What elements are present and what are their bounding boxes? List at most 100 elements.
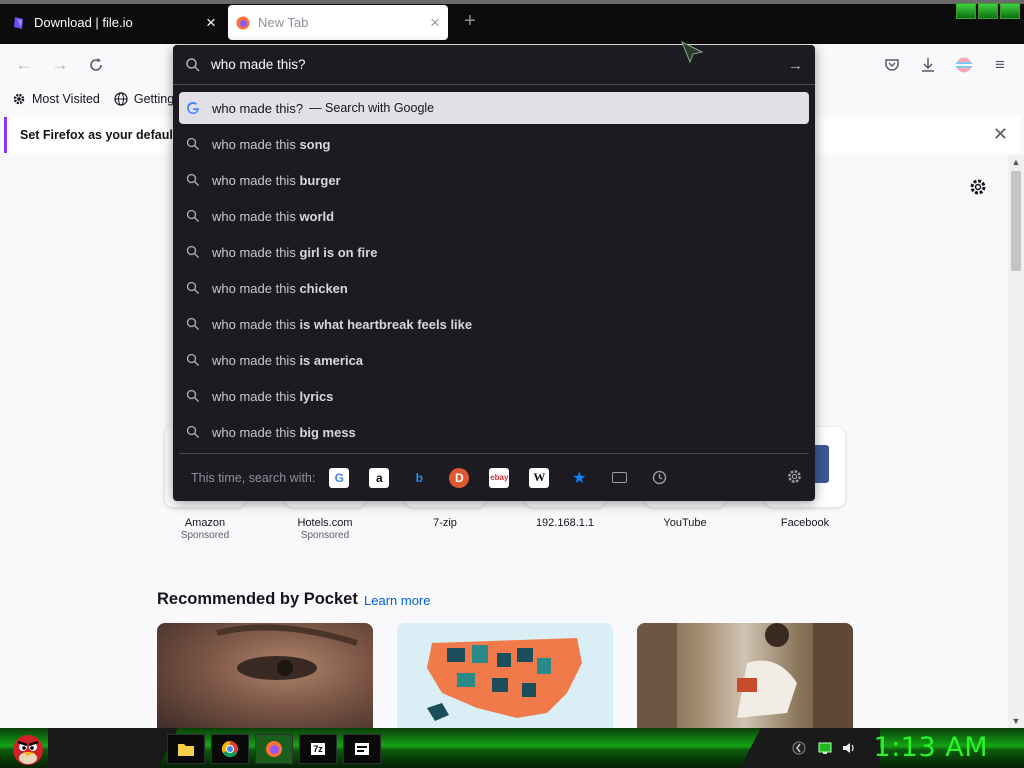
tab-title: New Tab [258,15,309,30]
window-app-icon [355,743,369,755]
globe-icon [114,92,128,106]
scroll-up-arrow[interactable]: ▲ [1008,157,1024,167]
history-clock-icon[interactable] [649,468,669,488]
google-icon [187,101,199,114]
pocket-card-image[interactable] [397,623,613,728]
search-icon [186,173,199,186]
new-tab-button[interactable]: + [456,10,484,34]
one-off-label: This time, search with: [191,470,316,485]
network-icon[interactable] [818,741,832,755]
firefox-icon [266,741,282,757]
go-arrow-icon[interactable]: → [788,57,803,74]
scrollbar-thumb[interactable] [1011,171,1021,271]
bookmark-getting-started[interactable]: Getting [114,92,174,106]
taskbar-firefox[interactable] [255,734,293,764]
one-off-search-bar: This time, search with: G a b D ebay W ★ [179,453,809,501]
tab-title: Download | file.io [34,15,133,30]
suggestion-search-google[interactable]: who made this? — Search with Google [179,92,809,124]
bookmarks-star-icon[interactable]: ★ [569,468,589,488]
face-photo [216,624,358,680]
suggestion-item[interactable]: who made this chicken [179,272,809,304]
settings-gear-icon[interactable] [968,177,988,197]
shortcut-label: Amazon [184,517,226,529]
tab-close-icon[interactable]: × [422,14,448,31]
scroll-down-arrow[interactable]: ▼ [1008,716,1024,726]
bookmark-label: Most Visited [32,92,100,106]
suggestion-prefix: who made this [212,208,300,224]
suggestion-item[interactable]: who made this song [179,128,809,160]
us-map-image [427,638,582,721]
suggestion-item[interactable]: who made this big mess [179,416,809,448]
suggestion-item[interactable]: who made this girl is on fire [179,236,809,268]
learn-more-link[interactable]: Learn more [364,593,430,608]
search-icon [186,389,199,402]
duckduckgo-icon[interactable]: D [449,467,470,488]
sponsored-label: Sponsored [300,530,350,541]
suggestion-item[interactable]: who made this is america [179,344,809,376]
suggestion-bold: big mess [299,424,356,440]
suggestion-bold: chicken [299,280,348,296]
ebay-icon[interactable]: ebay [489,467,510,488]
google-icon[interactable]: G [329,467,350,488]
suggestion-prefix: who made this [212,280,300,296]
taskbar-chrome[interactable] [211,734,249,764]
bookmark-most-visited[interactable]: Most Visited [12,92,100,106]
menu-button[interactable]: ≡ [988,53,1012,77]
tab-new-tab[interactable]: New Tab × [228,5,448,40]
suggestion-item[interactable]: who made this world [179,200,809,232]
suggestion-item[interactable]: who made this lyrics [179,380,809,412]
urlbar[interactable]: → [173,45,815,85]
reload-button[interactable] [84,53,108,77]
shortcut-label: Hotels.com [297,517,353,529]
pocket-card-image[interactable] [157,623,373,728]
page-scrollbar[interactable]: ▲ ▼ [1008,155,1024,728]
suggestion-bold: is america [299,352,364,368]
tab-close-icon[interactable]: × [198,14,224,31]
volume-icon[interactable] [842,741,856,755]
account-button[interactable] [952,53,976,77]
library-photo [637,623,853,728]
suggestion-item[interactable]: who made this is what heartbreak feels l… [179,308,809,340]
suggestion-prefix: who made this [212,172,300,188]
close-icon[interactable]: ✕ [993,124,1008,145]
taskbar-clock[interactable]: 1:13 AM [874,732,988,763]
suggestion-item[interactable]: who made this burger [179,164,809,196]
folder-icon [178,744,194,756]
firefox-icon [236,16,250,29]
reload-icon [90,58,102,71]
taskbar-7zip[interactable]: 7z [299,734,337,764]
suggestion-prefix: who made this [212,388,300,404]
tab-file-io[interactable]: Download | file.io × [0,5,224,40]
search-icon [186,209,199,222]
notification-tray-icon[interactable] [792,741,806,755]
suggestion-text: who made this? [212,100,304,116]
bing-icon[interactable]: b [409,468,429,488]
pocket-button[interactable] [880,53,904,77]
tab-strip: Download | file.io × New Tab × + [0,0,1024,44]
suggestion-prefix: who made this [212,424,300,440]
suggestion-bold: world [299,208,335,224]
close-window-button[interactable] [1000,3,1020,19]
chrome-icon [221,740,238,758]
urlbar-dropdown: → who made this? — Search with Google wh… [173,45,815,501]
amazon-icon[interactable]: a [369,467,390,488]
maximize-button[interactable] [978,3,998,19]
7zip-icon: 7z [311,743,325,755]
search-settings-gear-icon[interactable] [786,468,803,485]
search-icon [186,317,199,330]
tabs-icon[interactable] [609,468,629,488]
downloads-button[interactable] [916,53,940,77]
start-button[interactable] [8,728,48,768]
pocket-card-image[interactable] [637,623,853,728]
file-io-icon [14,16,23,29]
pocket-icon [885,59,899,71]
taskbar-app[interactable] [343,734,381,764]
account-avatar-icon [956,57,972,73]
taskbar-file-explorer[interactable] [167,734,205,764]
back-button[interactable]: ← [12,53,36,77]
minimize-button[interactable] [956,3,976,19]
notification-text: Set Firefox as your default b [20,128,189,142]
wikipedia-icon[interactable]: W [529,467,550,488]
forward-button[interactable]: → [48,53,72,77]
suggestion-prefix: who made this [212,352,300,368]
